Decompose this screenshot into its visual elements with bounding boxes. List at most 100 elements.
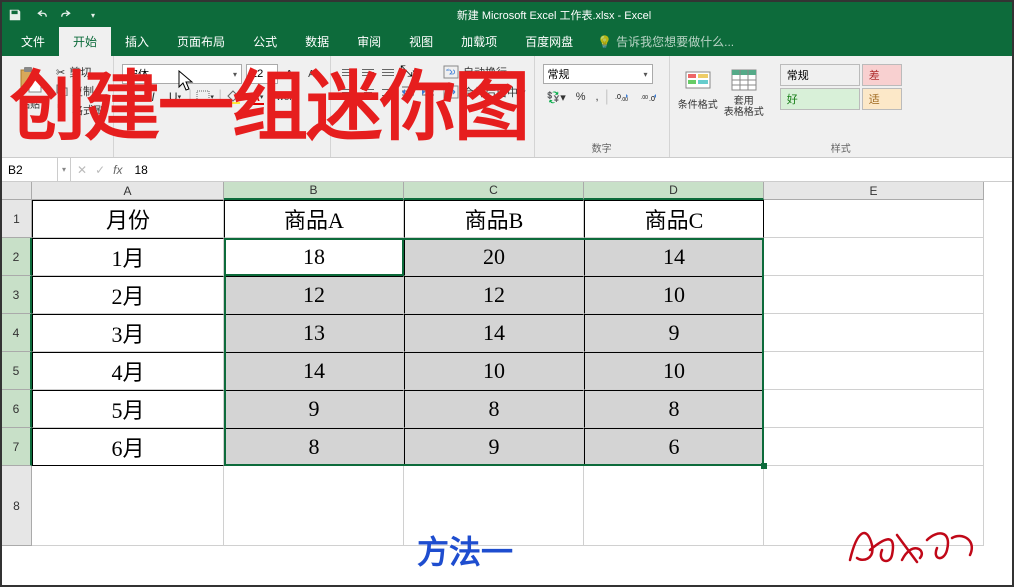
cell-a3[interactable]: 2月 [32, 276, 224, 314]
cell-e5[interactable] [764, 352, 984, 390]
tab-addins[interactable]: 加载项 [447, 27, 511, 56]
cell-c6[interactable]: 8 [404, 390, 584, 428]
style-normal[interactable]: 常规 [780, 64, 860, 86]
save-icon[interactable] [7, 7, 23, 23]
ribbon-tabs: 文件 开始 插入 页面布局 公式 数据 审阅 视图 加载项 百度网盘 💡 告诉我… [2, 28, 1012, 56]
cell-b1[interactable]: 商品A [224, 200, 404, 238]
cell-d4[interactable]: 9 [584, 314, 764, 352]
col-header-a[interactable]: A [32, 182, 224, 200]
cell-d7[interactable]: 6 [584, 428, 764, 466]
accounting-format-button[interactable]: 💱▾ [543, 88, 570, 106]
qat-dropdown-icon[interactable]: ▾ [85, 7, 101, 23]
cell-e1[interactable] [764, 200, 984, 238]
cell-b4[interactable]: 13 [224, 314, 404, 352]
tab-baidu[interactable]: 百度网盘 [511, 27, 587, 56]
row-header-4[interactable]: 4 [2, 314, 32, 352]
tab-data[interactable]: 数据 [291, 27, 343, 56]
cell-d5[interactable]: 10 [584, 352, 764, 390]
cell-b3[interactable]: 12 [224, 276, 404, 314]
fx-icon[interactable]: fx [113, 163, 122, 177]
placeholder [678, 142, 764, 157]
cell-d6[interactable]: 8 [584, 390, 764, 428]
redo-icon[interactable] [59, 7, 75, 23]
cell-a1[interactable]: 月份 [32, 200, 224, 238]
col-header-e[interactable]: E [764, 182, 984, 200]
cond-format-label: 条件格式 [678, 96, 718, 111]
tab-insert[interactable]: 插入 [111, 27, 163, 56]
row-header-8[interactable]: 8 [2, 466, 32, 546]
tab-layout[interactable]: 页面布局 [163, 27, 239, 56]
row-header-1[interactable]: 1 [2, 200, 32, 238]
cell-a2[interactable]: 1月 [32, 238, 224, 276]
cell-e3[interactable] [764, 276, 984, 314]
col-header-d[interactable]: D [584, 182, 764, 200]
undo-icon[interactable] [33, 7, 49, 23]
style-good[interactable]: 好 [780, 88, 860, 110]
format-as-table-button[interactable]: 套用 表格格式 [724, 60, 764, 118]
cell-e2[interactable] [764, 238, 984, 276]
group-number: 常规▾ 💱▾ % , | .0.00 .00.0 数字 [535, 56, 670, 157]
cell-c7[interactable]: 9 [404, 428, 584, 466]
style-neutral[interactable]: 适 [862, 88, 902, 110]
tell-me[interactable]: 💡 告诉我您想要做什么... [587, 27, 744, 56]
cell-c3[interactable]: 12 [404, 276, 584, 314]
comma-button[interactable]: , [592, 88, 603, 106]
svg-text:.00: .00 [641, 95, 648, 101]
row-header-2[interactable]: 2 [2, 238, 32, 276]
formula-input[interactable]: 18 [128, 163, 1012, 177]
group-cond-format: 条件格式 套用 表格格式 [670, 56, 772, 157]
cell-d3[interactable]: 10 [584, 276, 764, 314]
cell-e6[interactable] [764, 390, 984, 428]
cell-c5[interactable]: 10 [404, 352, 584, 390]
name-box-expand[interactable]: ▾ [58, 158, 71, 181]
cell-c4[interactable]: 14 [404, 314, 584, 352]
cell-d2[interactable]: 14 [584, 238, 764, 276]
cell-c2[interactable]: 20 [404, 238, 584, 276]
overlay-title: 创建一组迷你图 [10, 70, 528, 146]
bulb-icon: 💡 [597, 35, 612, 49]
decrease-decimal-button[interactable]: .00.0 [637, 88, 661, 106]
row-header-7[interactable]: 7 [2, 428, 32, 466]
group-styles: 常规 差 好 适 样式 [772, 56, 904, 157]
cell-b5[interactable]: 14 [224, 352, 404, 390]
row-header-6[interactable]: 6 [2, 390, 32, 428]
cell-b2[interactable]: 18 [224, 238, 404, 276]
cell-d1[interactable]: 商品C [584, 200, 764, 238]
table-format-label: 套用 表格格式 [724, 96, 764, 118]
cell-b6[interactable]: 9 [224, 390, 404, 428]
tab-view[interactable]: 视图 [395, 27, 447, 56]
worksheet-grid[interactable]: A B C D E 1 月份 商品A 商品B 商品C 2 1月 18 20 14… [2, 182, 1012, 585]
cell-e7[interactable] [764, 428, 984, 466]
quick-access-toolbar: ▾ [7, 7, 101, 23]
style-bad[interactable]: 差 [862, 64, 902, 86]
cell-d8[interactable] [584, 466, 764, 546]
row-header-3[interactable]: 3 [2, 276, 32, 314]
select-all-corner[interactable] [2, 182, 32, 200]
cell-a8[interactable] [32, 466, 224, 546]
tab-formulas[interactable]: 公式 [239, 27, 291, 56]
col-header-b[interactable]: B [224, 182, 404, 200]
fill-handle[interactable] [761, 463, 767, 469]
increase-decimal-button[interactable]: .0.00 [611, 88, 635, 106]
cell-c1[interactable]: 商品B [404, 200, 584, 238]
row-header-5[interactable]: 5 [2, 352, 32, 390]
cell-a6[interactable]: 5月 [32, 390, 224, 428]
tab-review[interactable]: 审阅 [343, 27, 395, 56]
number-group-label: 数字 [543, 138, 661, 157]
cell-a7[interactable]: 6月 [32, 428, 224, 466]
cell-b8[interactable] [224, 466, 404, 546]
tab-file[interactable]: 文件 [7, 27, 59, 56]
name-box[interactable]: B2 [2, 158, 58, 181]
annotation-method: 方法一 [417, 527, 513, 573]
cancel-icon[interactable]: ✕ [77, 163, 87, 177]
confirm-icon[interactable]: ✓ [95, 163, 105, 177]
cell-a4[interactable]: 3月 [32, 314, 224, 352]
cell-e4[interactable] [764, 314, 984, 352]
cell-b7[interactable]: 8 [224, 428, 404, 466]
tab-home[interactable]: 开始 [59, 27, 111, 56]
col-header-c[interactable]: C [404, 182, 584, 200]
cell-a5[interactable]: 4月 [32, 352, 224, 390]
conditional-format-button[interactable]: 条件格式 [678, 60, 718, 111]
number-format-combo[interactable]: 常规▾ [543, 64, 653, 84]
percent-button[interactable]: % [572, 88, 590, 106]
